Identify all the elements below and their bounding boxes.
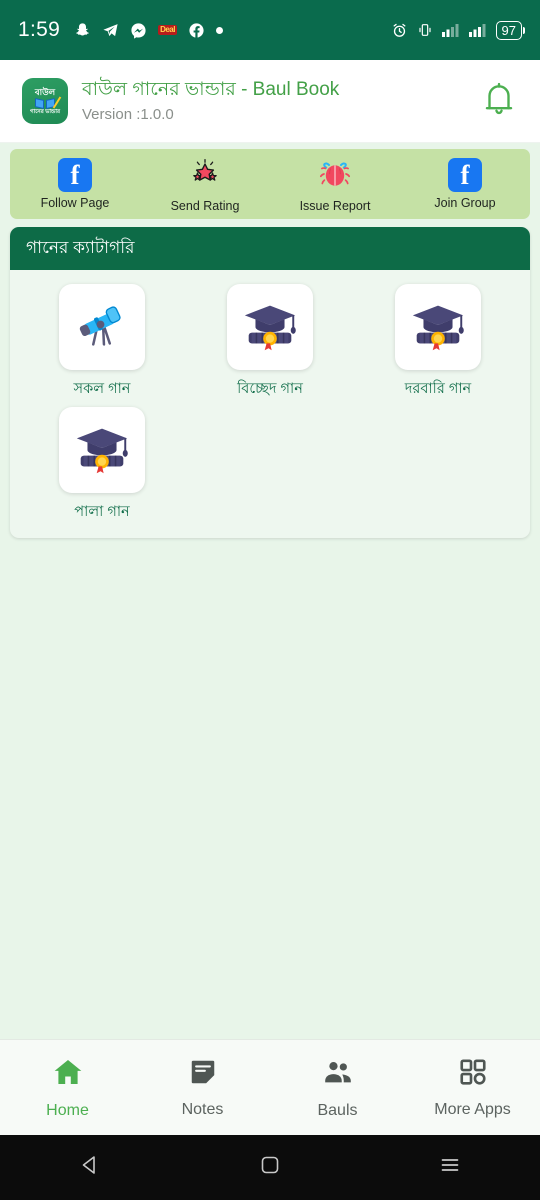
telescope-icon <box>71 294 133 361</box>
category-tile <box>227 284 313 370</box>
status-bar-clock: 1:59 <box>18 18 61 41</box>
app-logo-top-text: বাউল <box>34 86 56 97</box>
notes-icon <box>188 1057 218 1092</box>
facebook-icon: f <box>58 158 92 192</box>
category-card: গানের ক্যাটাগরি সকল গান বিচ্ছেদ গান দরবা… <box>10 227 530 538</box>
app-version-label: Version :1.0.0 <box>82 106 174 123</box>
quick-action-issue-report[interactable]: Issue Report <box>270 156 400 213</box>
quick-action-follow-page[interactable]: f Follow Page <box>10 158 140 210</box>
main-content: গানের ক্যাটাগরি সকল গান বিচ্ছেদ গান দরবা… <box>0 227 540 1039</box>
category-tile <box>59 284 145 370</box>
category-label: দরবারি গান <box>404 381 472 397</box>
category-item-dorbari-gan[interactable]: দরবারি গান <box>354 284 522 399</box>
quick-action-join-group[interactable]: f Join Group <box>400 158 530 210</box>
dot-icon <box>215 26 223 34</box>
app-logo-bottom-text: গানের ভান্ডার <box>30 109 60 115</box>
grid-apps-icon <box>458 1057 488 1092</box>
nav-item-notes[interactable]: Notes <box>135 1057 270 1119</box>
graduation-cap-icon <box>71 417 133 484</box>
bell-icon <box>480 80 518 123</box>
back-triangle-icon <box>78 1153 102 1182</box>
bottom-navigation: Home Notes Bauls More Apps <box>0 1039 540 1135</box>
nav-label: Bauls <box>317 1101 358 1119</box>
bug-icon <box>318 156 352 195</box>
battery-indicator: 97 <box>495 20 526 40</box>
stars-icon <box>187 156 223 195</box>
system-navigation-bar <box>0 1135 540 1200</box>
home-icon <box>52 1056 84 1093</box>
deal-badge-icon: Deal <box>158 25 177 35</box>
alarm-icon <box>391 22 408 39</box>
telegram-icon <box>102 22 119 39</box>
logo-book-icon <box>35 95 62 109</box>
category-grid: সকল গান বিচ্ছেদ গান দরবারি গান পালা গান <box>10 270 530 538</box>
facebook-icon: f <box>448 158 482 192</box>
nav-label: More Apps <box>434 1100 511 1118</box>
status-bar: 1:59 Deal 97 <box>0 0 540 60</box>
category-label: বিচ্ছেদ গান <box>237 381 303 397</box>
quick-actions-section: f Follow Page Send Rating Issue Report f… <box>0 143 540 227</box>
status-bar-system-icons: 97 <box>391 20 526 40</box>
system-home-button[interactable] <box>180 1153 360 1182</box>
app-header-text: বাউল গানের ভান্ডার - Baul Book Version :… <box>82 77 476 125</box>
quick-actions-bar: f Follow Page Send Rating Issue Report f… <box>10 149 530 219</box>
category-label: পালা গান <box>74 504 130 520</box>
category-tile <box>59 407 145 493</box>
home-square-icon <box>258 1153 282 1182</box>
category-item-pala-gan[interactable]: পালা গান <box>18 407 186 522</box>
category-section-title: গানের ক্যাটাগরি <box>10 227 530 270</box>
category-label: সকল গান <box>73 381 131 397</box>
nav-label: Notes <box>181 1100 224 1118</box>
app-logo: বাউল গানের ভান্ডার <box>22 78 68 124</box>
quick-action-send-rating[interactable]: Send Rating <box>140 156 270 213</box>
app-header: বাউল গানের ভান্ডার বাউল গানের ভান্ডার - … <box>0 60 540 143</box>
nav-item-bauls[interactable]: Bauls <box>270 1056 405 1120</box>
category-item-bicched-gan[interactable]: বিচ্ছেদ গান <box>186 284 354 399</box>
notification-button[interactable] <box>476 78 522 124</box>
nav-item-home[interactable]: Home <box>0 1056 135 1120</box>
messenger-icon <box>130 22 147 39</box>
graduation-cap-icon <box>407 294 469 361</box>
quick-action-label: Send Rating <box>170 198 240 213</box>
category-tile <box>395 284 481 370</box>
nav-item-more-apps[interactable]: More Apps <box>405 1057 540 1119</box>
people-icon <box>322 1056 354 1093</box>
quick-action-label: Follow Page <box>40 196 110 210</box>
app-screen: 1:59 Deal 97 বাউল গানের ভান্ডার বাউল গান… <box>0 0 540 1200</box>
quick-action-label: Join Group <box>434 196 496 210</box>
page-title: বাউল গানের ভান্ডার - Baul Book <box>82 79 340 100</box>
graduation-cap-icon <box>239 294 301 361</box>
status-bar-notification-icons: Deal <box>74 22 390 39</box>
signal-1-icon <box>441 23 460 37</box>
nav-label: Home <box>46 1101 89 1119</box>
signal-2-icon <box>468 23 487 37</box>
quick-action-label: Issue Report <box>299 198 371 213</box>
snapchat-icon <box>74 22 91 39</box>
facebook-icon <box>188 22 205 39</box>
recents-menu-icon <box>438 1153 462 1182</box>
system-back-button[interactable] <box>0 1153 180 1182</box>
vibrate-icon <box>417 22 433 38</box>
system-recents-button[interactable] <box>360 1153 540 1182</box>
category-item-sokol-gan[interactable]: সকল গান <box>18 284 186 399</box>
